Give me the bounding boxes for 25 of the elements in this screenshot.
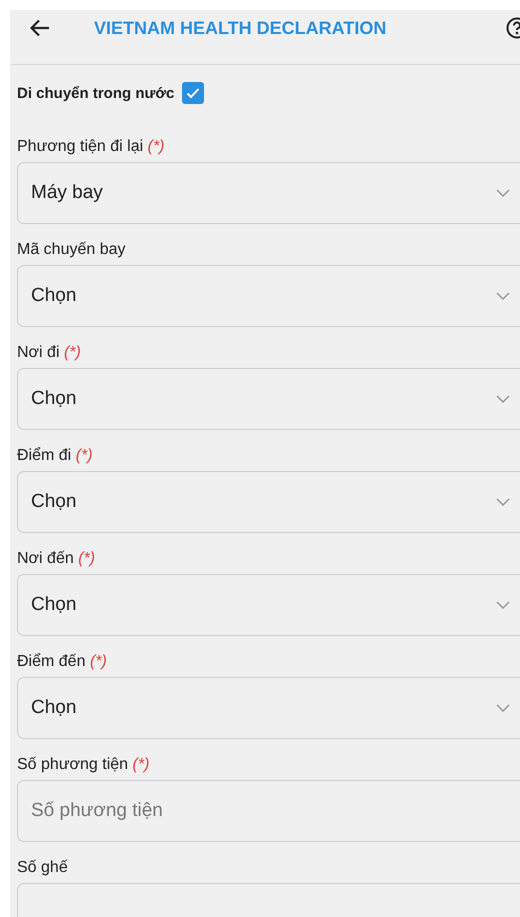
field-label: Phương tiện đi lại (*) — [17, 137, 166, 157]
field-label: Số ghế — [17, 858, 69, 878]
domestic-travel-checkbox[interactable] — [182, 82, 204, 104]
chevron-down-icon — [496, 189, 510, 197]
chevron-down-icon — [496, 601, 510, 609]
app-title: VIETNAM HEALTH DECLARATION — [94, 18, 388, 38]
field-label: Điểm đến (*) — [17, 652, 108, 672]
chevron-down-icon — [496, 704, 510, 712]
dropdown-field[interactable]: Chọn — [17, 677, 520, 739]
input-field[interactable]: Số phương tiện — [17, 780, 520, 842]
dropdown-field[interactable]: Chọn — [17, 265, 520, 327]
chevron-down-icon — [496, 292, 510, 300]
chevron-down-icon — [496, 498, 510, 506]
field-label: Điểm đi (*) — [17, 446, 94, 466]
dropdown-field[interactable]: Chọn — [17, 471, 520, 533]
field-label: Mã chuyến bay — [17, 240, 127, 260]
domestic-travel-label: Di chuyển trong nước — [17, 84, 174, 102]
field-label: Nơi đi (*) — [17, 343, 82, 363]
dropdown-field[interactable]: Máy bay — [17, 162, 520, 224]
chevron-down-icon — [496, 395, 510, 403]
back-arrow-icon[interactable] — [30, 19, 50, 37]
dropdown-field[interactable]: Chọn — [17, 574, 520, 636]
field-label: Số phương tiện (*) — [17, 755, 150, 775]
field-label: Nơi đến (*) — [17, 549, 96, 569]
dropdown-field[interactable]: Chọn — [17, 368, 520, 430]
